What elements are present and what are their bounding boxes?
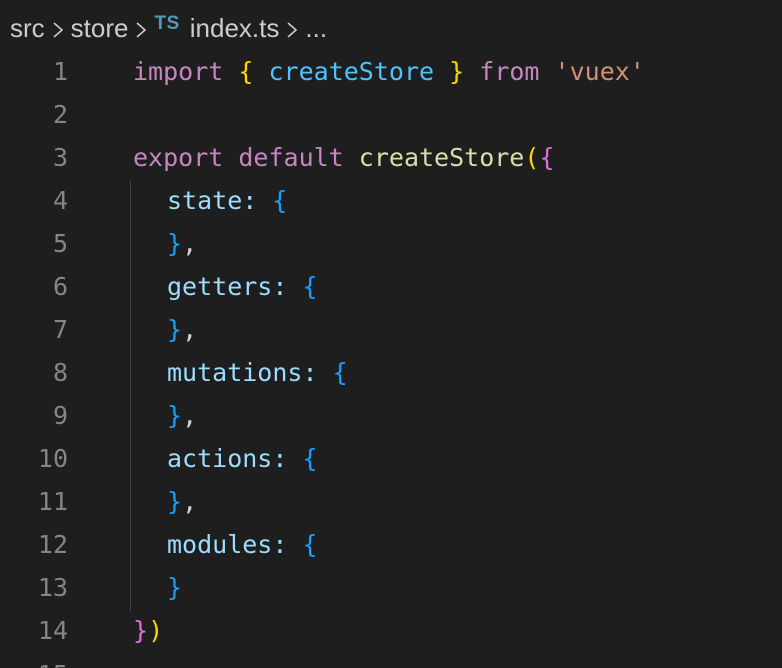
token-bracket: } [167, 315, 183, 344]
token-bracket: } [449, 57, 465, 86]
token-property: state [167, 186, 243, 215]
token-punctuation: , [182, 487, 198, 516]
code-text: import { createStore } from 'vuex' [133, 57, 645, 86]
code-line[interactable]: 1 import { createStore } from 'vuex' [0, 50, 782, 93]
code-line[interactable]: 2 [0, 93, 782, 136]
line-number: 14 [37, 616, 68, 645]
code-line[interactable]: 8 mutations: { [0, 351, 782, 394]
token-bracket: { [302, 530, 318, 559]
token-variable: createStore [268, 57, 435, 86]
token-bracket: { [238, 57, 254, 86]
chevron-right-icon [45, 13, 71, 44]
code-line[interactable]: 5 }, [0, 222, 782, 265]
token-bracket: { [539, 143, 555, 172]
line-number: 12 [37, 530, 68, 559]
line-number: 1 [52, 57, 68, 86]
code-line[interactable]: 13 } [0, 566, 782, 609]
line-number-partial: 15 [0, 662, 68, 668]
token-punctuation: : [272, 530, 288, 559]
token-punctuation: , [182, 315, 198, 344]
token-keyword: import [133, 57, 224, 86]
token-property: getters [167, 272, 273, 301]
code-text: getters: { [133, 272, 318, 301]
chevron-right-icon [279, 13, 305, 44]
breadcrumb: src store TS index.ts ... [10, 8, 327, 48]
token-function: createStore [358, 143, 525, 172]
line-number: 11 [37, 487, 68, 516]
code-text: export default createStore({ [133, 143, 555, 172]
line-number: 4 [52, 186, 68, 215]
code-line[interactable]: 7 }, [0, 308, 782, 351]
token-bracket: { [332, 358, 348, 387]
code-line[interactable]: 14 }) [0, 609, 782, 652]
token-bracket: { [302, 444, 318, 473]
token-keyword: default [238, 143, 344, 172]
code-text: }, [133, 487, 197, 516]
token-punctuation: : [242, 186, 258, 215]
line-number: 5 [52, 229, 68, 258]
line-number: 8 [52, 358, 68, 387]
code-line[interactable]: 4 state: { [0, 179, 782, 222]
code-text: } [133, 573, 182, 602]
code-text: actions: { [133, 444, 318, 473]
chevron-right-icon [128, 13, 154, 44]
token-property: mutations [167, 358, 303, 387]
token-punctuation: : [272, 272, 288, 301]
code-text: mutations: { [133, 358, 348, 387]
code-line[interactable]: 10 actions: { [0, 437, 782, 480]
code-text: }, [133, 315, 197, 344]
token-punctuation: , [182, 401, 198, 430]
token-string: 'vuex' [554, 57, 645, 86]
code-text: state: { [133, 186, 287, 215]
token-bracket: } [167, 487, 183, 516]
token-punctuation: , [182, 229, 198, 258]
token-bracket: ( [524, 143, 540, 172]
line-number: 2 [52, 100, 68, 129]
breadcrumb-item-file[interactable]: index.ts [190, 13, 280, 44]
line-number: 13 [37, 573, 68, 602]
line-number: 10 [37, 444, 68, 473]
typescript-file-icon: TS [154, 13, 180, 34]
code-line[interactable]: 12 modules: { [0, 523, 782, 566]
code-line[interactable]: 3 export default createStore({ [0, 136, 782, 179]
code-text: }) [133, 616, 163, 645]
token-keyword: export [133, 143, 224, 172]
breadcrumb-item-store[interactable]: store [71, 13, 129, 44]
code-line[interactable]: 9 }, [0, 394, 782, 437]
token-punctuation: : [272, 444, 288, 473]
token-bracket: { [272, 186, 288, 215]
breadcrumb-item-symbols[interactable]: ... [305, 13, 327, 44]
code-line[interactable]: 6 getters: { [0, 265, 782, 308]
token-bracket: ) [148, 616, 164, 645]
line-number: 6 [52, 272, 68, 301]
line-number: 3 [52, 143, 68, 172]
breadcrumb-item-src[interactable]: src [10, 13, 45, 44]
token-bracket: } [167, 573, 183, 602]
token-bracket: } [167, 229, 183, 258]
token-property: actions [167, 444, 273, 473]
line-number: 9 [52, 401, 68, 430]
token-bracket: } [167, 401, 183, 430]
code-text: }, [133, 401, 197, 430]
code-text: modules: { [133, 530, 318, 559]
line-number: 7 [52, 315, 68, 344]
code-text: }, [133, 229, 197, 258]
token-property: modules [167, 530, 273, 559]
token-punctuation: : [302, 358, 318, 387]
token-bracket: { [302, 272, 318, 301]
token-bracket: } [133, 616, 149, 645]
code-editor[interactable]: 1 import { createStore } from 'vuex' 2 3… [0, 50, 782, 652]
token-keyword: from [479, 57, 540, 86]
code-line[interactable]: 11 }, [0, 480, 782, 523]
